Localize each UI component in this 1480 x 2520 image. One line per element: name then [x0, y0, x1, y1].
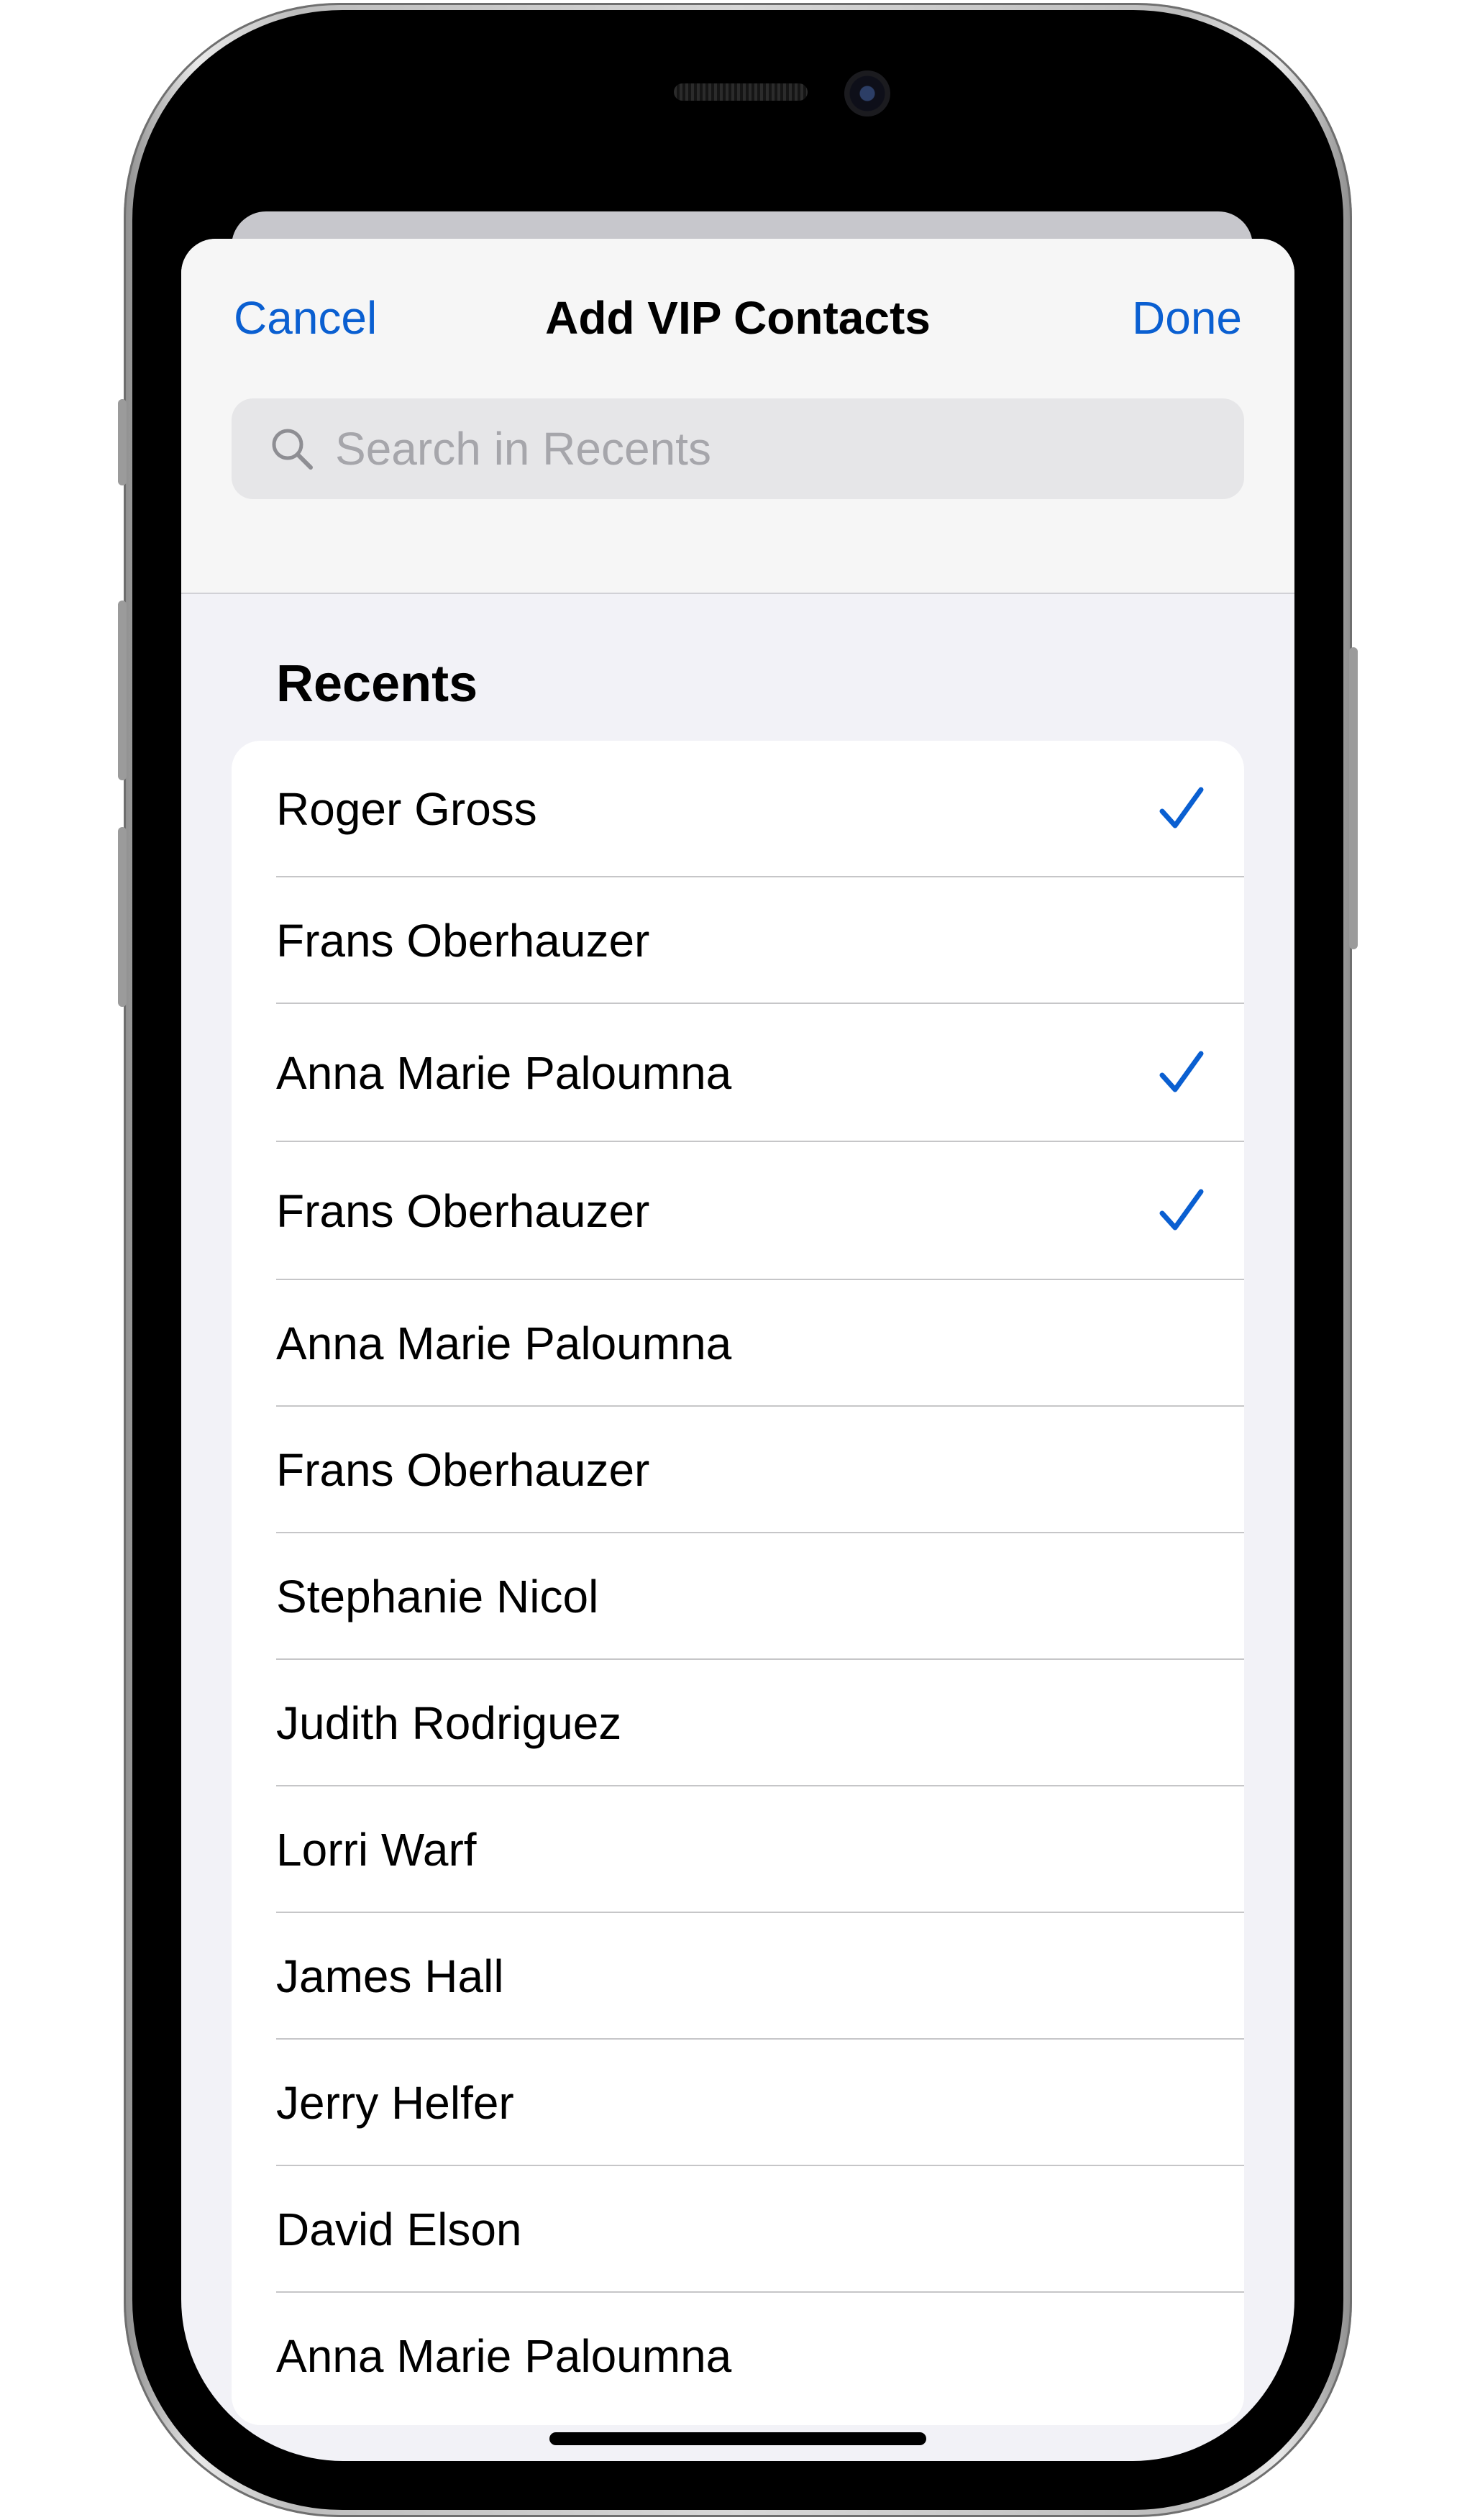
contact-row[interactable]: Anna Marie Paloumna	[232, 1004, 1244, 1142]
contact-row[interactable]: James Hall	[232, 1913, 1244, 2040]
magnifying-glass-icon	[272, 429, 313, 470]
sheet-header: Add VIP Contacts Cancel Done Search in R…	[181, 239, 1294, 594]
contact-row[interactable]: Frans Oberhauzer	[232, 1142, 1244, 1280]
contact-name: Frans Oberhauzer	[276, 1185, 650, 1237]
volume-up-button	[118, 601, 127, 780]
contact-name: Anna Marie Paloumna	[276, 1318, 732, 1369]
contact-row[interactable]: Stephanie Nicol	[232, 1533, 1244, 1660]
contact-name: Jerry Helfer	[276, 2077, 514, 2129]
contact-name: Anna Marie Paloumna	[276, 2330, 732, 2382]
section-title-recents: Recents	[276, 655, 478, 713]
done-button[interactable]: Done	[1132, 289, 1242, 347]
notch	[434, 59, 1041, 152]
cancel-button[interactable]: Cancel	[234, 289, 377, 347]
contact-name: Anna Marie Paloumna	[276, 1047, 732, 1099]
contact-name: Lorri Warf	[276, 1824, 477, 1876]
search-placeholder: Search in Recents	[335, 423, 711, 475]
home-indicator[interactable]	[549, 2432, 926, 2445]
contact-name: Frans Oberhauzer	[276, 1444, 650, 1496]
power-button	[1349, 647, 1358, 949]
mute-switch	[118, 399, 127, 485]
contact-name: Stephanie Nicol	[276, 1571, 599, 1622]
contact-row[interactable]: Jerry Helfer	[232, 2040, 1244, 2166]
contact-row[interactable]: Frans Oberhauzer	[232, 877, 1244, 1004]
contact-list: Roger Gross Frans Oberhauzer Anna Marie Pa…	[232, 741, 1244, 2425]
contact-name: David Elson	[276, 2204, 522, 2255]
contact-name: Frans Oberhauzer	[276, 915, 650, 967]
earpiece-speaker	[674, 83, 808, 101]
contact-row[interactable]: Judith Rodriguez	[232, 1660, 1244, 1786]
search-field[interactable]: Search in Recents	[232, 398, 1244, 499]
checkmark-icon	[1159, 787, 1204, 828]
contact-row[interactable]: Frans Oberhauzer	[232, 1407, 1244, 1533]
volume-down-button	[118, 827, 127, 1007]
contact-row[interactable]: Anna Marie Paloumna	[232, 1280, 1244, 1407]
contact-row[interactable]: Roger Gross	[232, 741, 1244, 877]
contact-name: Judith Rodriguez	[276, 1697, 622, 1749]
contact-row[interactable]: Lorri Warf	[232, 1786, 1244, 1913]
contact-name: Roger Gross	[276, 783, 537, 835]
phone-screen: Add VIP Contacts Cancel Done Search in R…	[181, 59, 1294, 2461]
front-camera	[844, 70, 890, 117]
contact-row[interactable]: Anna Marie Paloumna	[232, 2293, 1244, 2419]
add-vip-contacts-sheet: Add VIP Contacts Cancel Done Search in R…	[181, 239, 1294, 2461]
contact-name: James Hall	[276, 1950, 504, 2002]
contact-row[interactable]: David Elson	[232, 2166, 1244, 2293]
checkmark-icon	[1159, 1189, 1204, 1231]
checkmark-icon	[1159, 1051, 1204, 1092]
